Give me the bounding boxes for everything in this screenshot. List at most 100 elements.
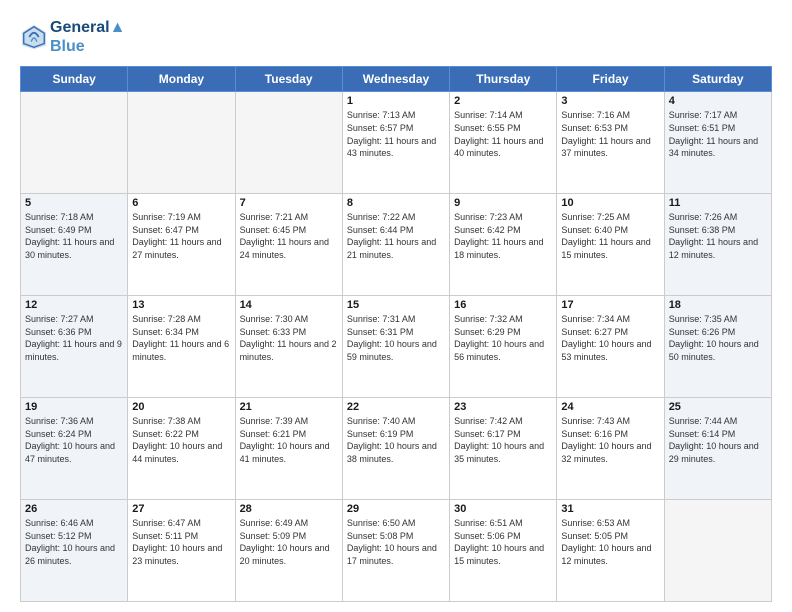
calendar-cell: 20 Sunrise: 7:38 AMSunset: 6:22 PMDayligh… xyxy=(128,398,235,500)
calendar-cell: 23Sunrise: 7:42 AMSunset: 6:17 PMDayligh… xyxy=(450,398,557,500)
calendar-cell: 12 Sunrise: 7:27 AMSunset: 6:36 PMDayligh… xyxy=(21,296,128,398)
day-info: Sunrise: 7:32 AMSunset: 6:29 PMDaylight:… xyxy=(454,313,552,363)
day-info: Sunrise: 7:39 AMSunset: 6:21 PMDaylight:… xyxy=(240,415,338,465)
calendar-cell: 24 Sunrise: 7:43 AMSunset: 6:16 PMDayligh… xyxy=(557,398,664,500)
weekday-header-row: SundayMondayTuesdayWednesdayThursdayFrid… xyxy=(21,67,772,92)
day-info: Sunrise: 7:31 AMSunset: 6:31 PMDaylight:… xyxy=(347,313,445,363)
calendar-cell: 17 Sunrise: 7:34 AMSunset: 6:27 PMDayligh… xyxy=(557,296,664,398)
weekday-header-wednesday: Wednesday xyxy=(342,67,449,92)
calendar-cell: 13 Sunrise: 7:28 AMSunset: 6:34 PMDayligh… xyxy=(128,296,235,398)
day-info: Sunrise: 7:21 AMSunset: 6:45 PMDaylight:… xyxy=(240,211,338,261)
day-number: 16 xyxy=(454,299,552,311)
day-number: 14 xyxy=(240,299,338,311)
day-info: Sunrise: 6:49 AMSunset: 5:09 PMDaylight:… xyxy=(240,517,338,567)
day-number: 31 xyxy=(561,503,659,515)
day-number: 28 xyxy=(240,503,338,515)
calendar-cell: 3Sunrise: 7:16 AMSunset: 6:53 PMDaylight… xyxy=(557,92,664,194)
calendar-cell: 30Sunrise: 6:51 AMSunset: 5:06 PMDayligh… xyxy=(450,500,557,602)
day-info: Sunrise: 7:44 AMSunset: 6:14 PMDaylight:… xyxy=(669,415,767,465)
day-number: 19 xyxy=(25,401,123,413)
day-info: Sunrise: 7:14 AMSunset: 6:55 PMDaylight:… xyxy=(454,109,552,159)
day-info: Sunrise: 7:22 AMSunset: 6:44 PMDaylight:… xyxy=(347,211,445,261)
day-info: Sunrise: 7:35 AMSunset: 6:26 PMDaylight:… xyxy=(669,313,767,363)
day-info: Sunrise: 7:25 AMSunset: 6:40 PMDaylight:… xyxy=(561,211,659,261)
calendar-cell: 19Sunrise: 7:36 AMSunset: 6:24 PMDayligh… xyxy=(21,398,128,500)
day-number: 26 xyxy=(25,503,123,515)
day-number: 4 xyxy=(669,95,767,107)
calendar-cell xyxy=(664,500,771,602)
header: General▲ Blue xyxy=(20,18,772,56)
day-number: 10 xyxy=(561,197,659,209)
day-info: Sunrise: 7:34 AMSunset: 6:27 PMDaylight:… xyxy=(561,313,659,363)
calendar-cell: 7 Sunrise: 7:21 AMSunset: 6:45 PMDaylight… xyxy=(235,194,342,296)
day-number: 18 xyxy=(669,299,767,311)
day-info: Sunrise: 7:43 AMSunset: 6:16 PMDaylight:… xyxy=(561,415,659,465)
day-number: 22 xyxy=(347,401,445,413)
day-info: Sunrise: 7:27 AMSunset: 6:36 PMDaylight:… xyxy=(25,313,123,363)
calendar-cell: 21 Sunrise: 7:39 AMSunset: 6:21 PMDayligh… xyxy=(235,398,342,500)
calendar-cell: 2 Sunrise: 7:14 AMSunset: 6:55 PMDaylight… xyxy=(450,92,557,194)
day-number: 27 xyxy=(132,503,230,515)
calendar-cell: 1 Sunrise: 7:13 AMSunset: 6:57 PMDaylight… xyxy=(342,92,449,194)
calendar-cell: 5 Sunrise: 7:18 AMSunset: 6:49 PMDaylight… xyxy=(21,194,128,296)
day-info: Sunrise: 7:17 AMSunset: 6:51 PMDaylight:… xyxy=(669,109,767,159)
calendar-table: SundayMondayTuesdayWednesdayThursdayFrid… xyxy=(20,66,772,602)
day-info: Sunrise: 6:46 AMSunset: 5:12 PMDaylight:… xyxy=(25,517,123,567)
day-number: 7 xyxy=(240,197,338,209)
calendar-cell: 14Sunrise: 7:30 AMSunset: 6:33 PMDayligh… xyxy=(235,296,342,398)
day-info: Sunrise: 7:18 AMSunset: 6:49 PMDaylight:… xyxy=(25,211,123,261)
day-number: 6 xyxy=(132,197,230,209)
calendar-week-3: 12 Sunrise: 7:27 AMSunset: 6:36 PMDayligh… xyxy=(21,296,772,398)
weekday-header-saturday: Saturday xyxy=(664,67,771,92)
weekday-header-sunday: Sunday xyxy=(21,67,128,92)
weekday-header-monday: Monday xyxy=(128,67,235,92)
calendar-cell: 28 Sunrise: 6:49 AMSunset: 5:09 PMDayligh… xyxy=(235,500,342,602)
calendar-cell: 4 Sunrise: 7:17 AMSunset: 6:51 PMDaylight… xyxy=(664,92,771,194)
day-info: Sunrise: 7:13 AMSunset: 6:57 PMDaylight:… xyxy=(347,109,445,159)
day-number: 12 xyxy=(25,299,123,311)
day-number: 24 xyxy=(561,401,659,413)
day-number: 5 xyxy=(25,197,123,209)
weekday-header-thursday: Thursday xyxy=(450,67,557,92)
calendar-cell: 15 Sunrise: 7:31 AMSunset: 6:31 PMDayligh… xyxy=(342,296,449,398)
day-number: 23 xyxy=(454,401,552,413)
calendar-cell: 18 Sunrise: 7:35 AMSunset: 6:26 PMDayligh… xyxy=(664,296,771,398)
day-number: 9 xyxy=(454,197,552,209)
calendar-cell xyxy=(128,92,235,194)
day-number: 25 xyxy=(669,401,767,413)
day-info: Sunrise: 7:28 AMSunset: 6:34 PMDaylight:… xyxy=(132,313,230,363)
calendar-week-1: 1 Sunrise: 7:13 AMSunset: 6:57 PMDaylight… xyxy=(21,92,772,194)
calendar-cell: 29Sunrise: 6:50 AMSunset: 5:08 PMDayligh… xyxy=(342,500,449,602)
calendar-cell: 31 Sunrise: 6:53 AMSunset: 5:05 PMDayligh… xyxy=(557,500,664,602)
day-number: 8 xyxy=(347,197,445,209)
logo-icon xyxy=(20,23,48,51)
calendar-cell xyxy=(21,92,128,194)
day-info: Sunrise: 6:53 AMSunset: 5:05 PMDaylight:… xyxy=(561,517,659,567)
calendar-cell: 27Sunrise: 6:47 AMSunset: 5:11 PMDayligh… xyxy=(128,500,235,602)
calendar-cell: 25 Sunrise: 7:44 AMSunset: 6:14 PMDayligh… xyxy=(664,398,771,500)
day-number: 11 xyxy=(669,197,767,209)
day-number: 1 xyxy=(347,95,445,107)
day-info: Sunrise: 7:38 AMSunset: 6:22 PMDaylight:… xyxy=(132,415,230,465)
calendar-week-2: 5 Sunrise: 7:18 AMSunset: 6:49 PMDaylight… xyxy=(21,194,772,296)
calendar-cell: 9Sunrise: 7:23 AMSunset: 6:42 PMDaylight… xyxy=(450,194,557,296)
weekday-header-tuesday: Tuesday xyxy=(235,67,342,92)
day-number: 3 xyxy=(561,95,659,107)
calendar-week-4: 19Sunrise: 7:36 AMSunset: 6:24 PMDayligh… xyxy=(21,398,772,500)
day-info: Sunrise: 7:26 AMSunset: 6:38 PMDaylight:… xyxy=(669,211,767,261)
calendar-cell: 26 Sunrise: 6:46 AMSunset: 5:12 PMDayligh… xyxy=(21,500,128,602)
day-number: 20 xyxy=(132,401,230,413)
day-number: 15 xyxy=(347,299,445,311)
calendar-cell: 8 Sunrise: 7:22 AMSunset: 6:44 PMDaylight… xyxy=(342,194,449,296)
day-number: 17 xyxy=(561,299,659,311)
day-number: 21 xyxy=(240,401,338,413)
day-info: Sunrise: 7:40 AMSunset: 6:19 PMDaylight:… xyxy=(347,415,445,465)
day-number: 2 xyxy=(454,95,552,107)
weekday-header-friday: Friday xyxy=(557,67,664,92)
day-number: 13 xyxy=(132,299,230,311)
logo: General▲ Blue xyxy=(20,18,125,56)
calendar-cell: 16 Sunrise: 7:32 AMSunset: 6:29 PMDayligh… xyxy=(450,296,557,398)
calendar-cell: 10 Sunrise: 7:25 AMSunset: 6:40 PMDayligh… xyxy=(557,194,664,296)
day-info: Sunrise: 7:19 AMSunset: 6:47 PMDaylight:… xyxy=(132,211,230,261)
calendar-cell: 6 Sunrise: 7:19 AMSunset: 6:47 PMDaylight… xyxy=(128,194,235,296)
